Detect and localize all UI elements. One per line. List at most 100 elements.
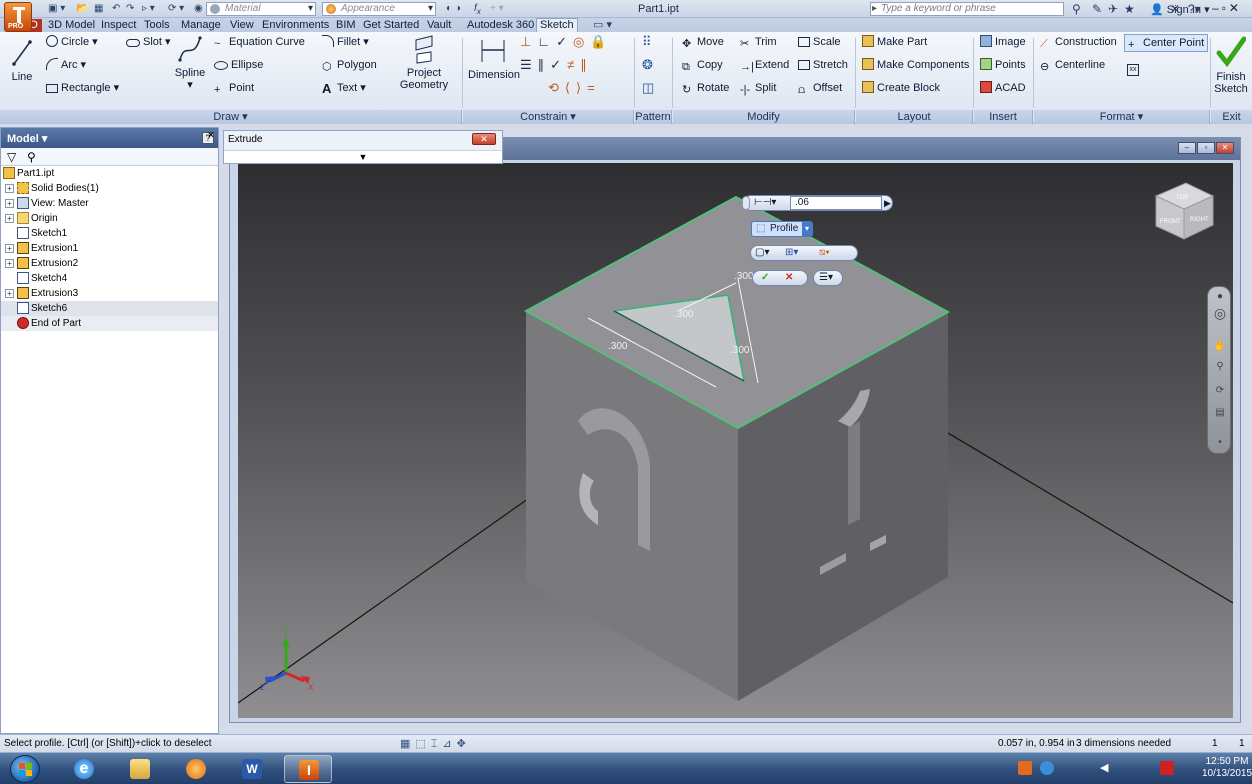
constraint-buttons-row-1[interactable]: ⊥∟✓◎🔒 xyxy=(520,35,613,49)
exchange-apps-icon[interactable]: ✕ xyxy=(1170,2,1180,16)
tab-bim[interactable]: BIM xyxy=(333,19,359,32)
dimension-button[interactable]: Dimension xyxy=(468,36,520,81)
close-icon[interactable]: ✕ xyxy=(1216,142,1234,154)
browser-close-icon[interactable]: × xyxy=(208,130,214,141)
parallel-icon[interactable]: ∥ xyxy=(538,57,551,72)
offset-button[interactable]: ⩍ Offset xyxy=(798,81,842,96)
extrude-expand-button[interactable]: ▼ xyxy=(224,150,502,163)
dimension-label-right[interactable]: .300 xyxy=(730,345,750,356)
appearance-dropdown[interactable]: Appearance ▾ xyxy=(322,2,436,16)
extend-button[interactable]: →|Extend xyxy=(740,58,789,73)
equation-curve-button[interactable]: ~ Equation Curve xyxy=(214,35,305,50)
constraint-buttons-row-3[interactable]: ⟲⟨⟩= xyxy=(548,81,601,95)
dimension-label-top[interactable]: .300 xyxy=(734,271,754,282)
select-icon[interactable]: ▹ ▾ xyxy=(142,3,155,15)
join-operation-icon[interactable]: ⊞▾ xyxy=(785,246,798,260)
circular-pattern-button[interactable]: ❂ xyxy=(642,58,653,72)
symmetric-icon[interactable]: ⟨⟩ xyxy=(565,80,587,95)
vertical-icon[interactable]: ∥ xyxy=(580,57,593,72)
centerline-button[interactable]: ⊖ Centerline xyxy=(1040,58,1105,73)
tray-network-icon[interactable] xyxy=(1040,761,1054,775)
circle-button[interactable]: Circle ▾ xyxy=(46,35,98,49)
expand-toggle-icon[interactable]: + xyxy=(5,289,14,298)
move-button[interactable]: ✥ Move xyxy=(682,35,724,50)
point-button[interactable]: + Point xyxy=(214,81,254,96)
ok-checkmark-icon[interactable]: ✓ xyxy=(761,271,769,285)
scale-button[interactable]: Scale xyxy=(798,35,841,49)
panel-label-format[interactable]: Format ▾ xyxy=(1034,110,1210,124)
save-icon[interactable]: ▦ xyxy=(94,3,103,15)
navbar-close-icon[interactable]: ● xyxy=(1213,291,1227,303)
material-dropdown[interactable]: Material ▾ xyxy=(206,2,316,16)
project-geometry-button[interactable]: Project Geometry xyxy=(396,34,452,91)
browser-node[interactable]: Sketch1 xyxy=(1,226,218,241)
spline-button[interactable]: Spline ▾ xyxy=(172,34,208,91)
dimension-label-mid[interactable]: .300 xyxy=(674,309,694,320)
browser-node[interactable]: + Extrusion3 xyxy=(1,286,218,301)
extrude-close-button[interactable]: ✕ xyxy=(472,133,496,145)
driven-dimension-button[interactable]: xx xyxy=(1127,59,1142,76)
panel-label-draw[interactable]: Draw ▾ xyxy=(0,110,462,124)
viewcube[interactable]: TOP FRONT RIGHT xyxy=(1154,182,1215,240)
3d-viewport[interactable]: .300 .300 .300 .300 TOP FRONT RIGHT Y X … xyxy=(238,163,1233,718)
color-icon[interactable]: ◉ xyxy=(194,3,203,15)
restore-icon[interactable]: ▫ xyxy=(1197,142,1215,154)
tab-3d-model[interactable]: 3D Model xyxy=(45,19,98,32)
update-icon[interactable]: ⟳ ▾ xyxy=(168,3,184,15)
tab-vault[interactable]: Vault xyxy=(424,19,454,32)
equal-icon[interactable]: = xyxy=(587,80,601,95)
tab-sketch[interactable]: Sketch xyxy=(536,18,578,32)
open-icon[interactable]: 📂 xyxy=(76,3,88,15)
adjust-icon[interactable]: ◐ ◑ xyxy=(446,3,461,15)
taskbar-inventor[interactable]: I xyxy=(284,755,332,783)
zoom-icon[interactable]: ⚲ xyxy=(1213,361,1227,373)
ribbon-options-icon[interactable]: ▭ ▾ xyxy=(590,19,615,32)
extents-dropdown[interactable]: ⊢⊣▾ xyxy=(754,196,776,210)
browser-title[interactable]: Model ▾ xyxy=(7,132,47,145)
show-constraints-icon[interactable]: ⟲ xyxy=(548,80,565,95)
insert-points-button[interactable]: Points xyxy=(980,58,1026,72)
orbit-icon[interactable]: ⟳ xyxy=(1213,385,1227,397)
direction-icon[interactable]: ⧅▾ xyxy=(819,246,830,260)
panel-label-constrain[interactable]: Constrain ▾ xyxy=(463,110,634,124)
taskbar-media-player[interactable] xyxy=(172,755,220,783)
center-point-button[interactable]: + Center Point xyxy=(1124,34,1209,52)
ellipse-button[interactable]: Ellipse xyxy=(214,58,263,72)
copy-button[interactable]: ⧉ Copy xyxy=(682,58,723,73)
construction-button[interactable]: ⟋ Construction xyxy=(1040,35,1117,50)
undo-icon[interactable]: ↶ xyxy=(112,3,120,15)
tray-pdf-icon[interactable] xyxy=(1160,761,1174,775)
new-icon[interactable]: ▣ ▾ xyxy=(48,3,65,15)
pan-hand-icon[interactable]: ✋ xyxy=(1213,341,1227,353)
constraint-buttons-row-2[interactable]: ☰∥✓≠∥ xyxy=(520,58,593,72)
fx-icon[interactable]: fx xyxy=(474,3,481,16)
minimize-icon[interactable]: – xyxy=(1178,142,1196,154)
window-controls[interactable]: –▫✕ xyxy=(1212,1,1242,15)
browser-node[interactable]: Sketch4 xyxy=(1,271,218,286)
steering-wheel-icon[interactable]: ◎ xyxy=(1213,306,1227,320)
more-options-button[interactable]: ☰▾ xyxy=(813,270,843,286)
taskbar-internet-explorer[interactable]: e xyxy=(60,755,108,783)
stretch-button[interactable]: Stretch xyxy=(798,58,848,72)
status-tool-icons[interactable]: ▦⬚⌶⊿✥ xyxy=(400,737,471,751)
browser-node[interactable]: End of Part xyxy=(1,316,218,331)
fix-icon[interactable]: 🔒 xyxy=(590,34,612,49)
expand-toggle-icon[interactable]: + xyxy=(5,199,14,208)
volume-icon[interactable]: ◀ xyxy=(1100,761,1114,775)
horizontal-icon[interactable]: ≠ xyxy=(567,57,580,72)
tab-inspect[interactable]: Inspect xyxy=(98,19,139,32)
distance-input[interactable]: .06 xyxy=(790,196,882,210)
tangent-icon[interactable]: ✓ xyxy=(556,34,573,49)
taskbar-file-explorer[interactable] xyxy=(116,755,164,783)
search-binoculars-icon[interactable]: ⚲ xyxy=(1072,2,1081,16)
line-button[interactable]: Line xyxy=(6,38,38,83)
taskbar-word[interactable]: W xyxy=(228,755,276,783)
insert-image-button[interactable]: Image xyxy=(980,35,1026,49)
rectangle-button[interactable]: Rectangle ▾ xyxy=(46,81,119,95)
find-binoculars-icon[interactable]: ⚲ xyxy=(27,150,36,164)
make-part-button[interactable]: Make Part xyxy=(862,35,927,49)
drag-handle[interactable] xyxy=(742,196,750,210)
expand-toggle-icon[interactable]: + xyxy=(5,259,14,268)
subscription-icon[interactable]: ✎ xyxy=(1092,2,1102,16)
navbar-options-icon[interactable]: • xyxy=(1213,437,1227,449)
